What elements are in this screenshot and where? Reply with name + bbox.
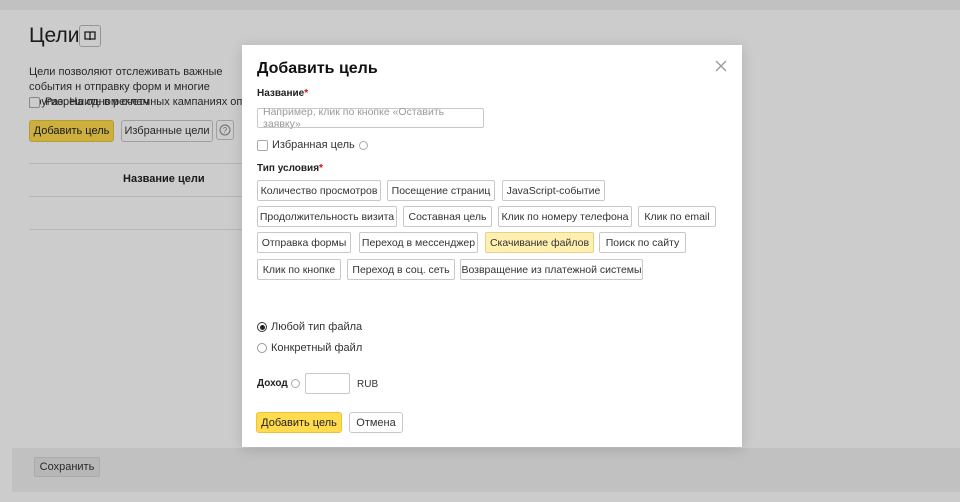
goal-name-input[interactable]: Например, клик по кнопке «Оставить заявк… (257, 106, 484, 130)
income-input[interactable] (305, 373, 350, 394)
close-icon[interactable] (714, 59, 728, 73)
info-icon[interactable] (358, 140, 368, 150)
condition-chip[interactable]: JavaScript-событие (502, 180, 605, 201)
file-option-any[interactable]: Любой тип файла (257, 321, 362, 333)
file-option-any-label: Любой тип файла (271, 321, 363, 333)
condition-chip[interactable]: Возвращение из платежной системы (460, 259, 643, 280)
condition-chip[interactable]: Клик по email (638, 206, 716, 227)
condition-chip[interactable]: Отправка формы (257, 232, 351, 253)
dialog-title: Добавить цель (257, 60, 378, 77)
required-mark: * (304, 88, 309, 99)
condition-chip[interactable]: Посещение страниц (387, 180, 495, 201)
name-label: Название* (257, 88, 309, 99)
favorite-goal-checkbox[interactable] (257, 139, 268, 151)
add-goal-button[interactable]: Добавить цель (256, 412, 342, 433)
condition-chip[interactable]: Поиск по сайту (599, 232, 686, 253)
add-goal-dialog: Добавить цель Название* Например, клик п… (242, 45, 742, 447)
cancel-button[interactable]: Отмена (349, 412, 403, 433)
required-mark: * (319, 163, 323, 174)
condition-chip[interactable]: Клик по кнопке (257, 259, 341, 280)
condition-chip[interactable]: Количество просмотров (257, 180, 381, 201)
favorite-goal-label: Избранная цель (272, 139, 355, 151)
favorite-goal-row[interactable]: Избранная цель (257, 139, 368, 151)
info-icon[interactable] (290, 379, 300, 388)
condition-chip[interactable]: Переход в мессенджер (359, 232, 478, 253)
file-option-specific[interactable]: Конкретный файл (257, 342, 362, 354)
condition-type-label: Тип условия* (257, 163, 323, 174)
condition-chip[interactable]: Клик по номеру телефона (498, 206, 632, 227)
currency-label: RUB (357, 379, 379, 390)
condition-chip[interactable]: Составная цель (403, 206, 492, 227)
condition-chip-selected[interactable]: Скачивание файлов (485, 232, 594, 253)
goal-name-placeholder: Например, клик по кнопке «Оставить заявк… (263, 106, 445, 130)
condition-chip[interactable]: Продолжительность визита (257, 206, 397, 227)
condition-chip[interactable]: Переход в соц. сеть (347, 259, 455, 280)
radio-selected-icon[interactable] (257, 322, 267, 332)
file-option-specific-label: Конкретный файл (271, 342, 363, 354)
income-label: Доход (257, 378, 300, 389)
radio-icon[interactable] (257, 343, 267, 353)
